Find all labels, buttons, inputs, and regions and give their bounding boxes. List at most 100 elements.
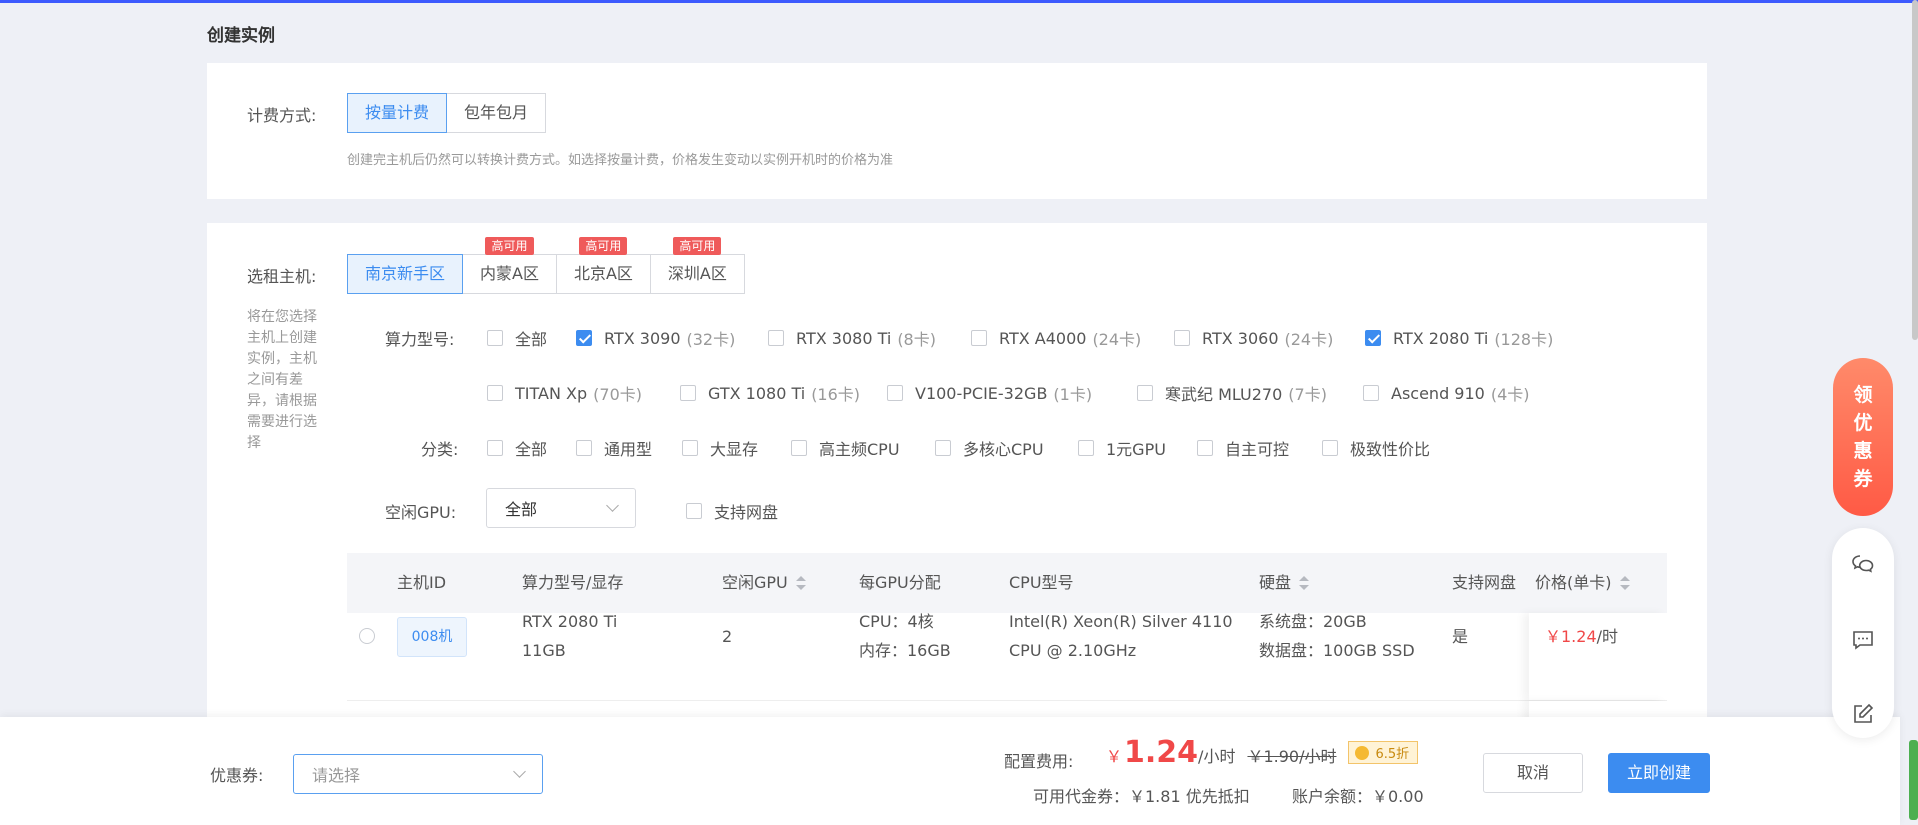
checkbox[interactable] xyxy=(487,330,503,346)
checkbox-checked[interactable] xyxy=(576,330,592,346)
category-option[interactable]: 多核心CPU xyxy=(935,436,1044,460)
checkbox[interactable] xyxy=(971,330,987,346)
gpu-option[interactable]: RTX 2080 Ti (128卡) xyxy=(1365,326,1553,350)
coupon-char: 领 xyxy=(1853,384,1873,406)
gpu-option[interactable]: RTX 3090 (32卡) xyxy=(576,326,735,350)
sort-icon[interactable] xyxy=(1299,576,1310,590)
gpu-option[interactable]: RTX 3060 (24卡) xyxy=(1174,326,1333,350)
checkbox-checked[interactable] xyxy=(1365,330,1381,346)
region-tab-beijing[interactable]: 北京A区 高可用 xyxy=(555,237,651,294)
gpu-name: 寒武纪 MLU270 xyxy=(1165,385,1283,404)
checkbox[interactable] xyxy=(686,503,702,519)
price-value: ￥1.24 xyxy=(1545,627,1597,646)
billing-option-monthly[interactable]: 包年包月 xyxy=(446,93,547,133)
region-tab-shenzhen[interactable]: 深圳A区 高可用 xyxy=(649,237,745,294)
region-tabs: 南京新手区 内蒙A区 高可用 北京A区 高可用 深圳A区 高可用 xyxy=(347,237,745,294)
category-option[interactable]: 全部 xyxy=(487,436,547,460)
checkbox[interactable] xyxy=(887,385,903,401)
gpu-option[interactable]: RTX 3080 Ti (8卡) xyxy=(768,326,936,350)
gpu-option[interactable]: GTX 1080 Ti (16卡) xyxy=(680,381,860,405)
create-button[interactable]: 立即创建 xyxy=(1608,753,1710,793)
checkbox[interactable] xyxy=(680,385,696,401)
coupon-float-button[interactable]: 领 优 惠 券 xyxy=(1833,358,1893,516)
gpu-count: (128卡) xyxy=(1494,330,1554,349)
table-row[interactable]: 008机 RTX 2080 Ti 11GB 2 CPU：4核 内存：16GB I… xyxy=(347,612,1667,701)
cell-model: RTX 2080 Ti xyxy=(522,612,618,631)
host-card: 选租主机: 将在您选择主机上创建实例，主机之间有差异，请根据需要进行选择 南京新… xyxy=(207,223,1707,743)
gpu-count: (70卡) xyxy=(593,385,642,404)
fee-unit: /小时 xyxy=(1198,747,1236,766)
availability-badge: 高可用 xyxy=(485,237,534,255)
row-radio[interactable] xyxy=(359,628,375,644)
region-name: 内蒙A区 xyxy=(480,264,539,283)
message-icon[interactable] xyxy=(1851,628,1875,652)
checkbox[interactable] xyxy=(935,440,951,456)
checkbox[interactable] xyxy=(768,330,784,346)
idle-gpu-value: 全部 xyxy=(505,500,538,519)
checkbox[interactable] xyxy=(791,440,807,456)
category-option[interactable]: 极致性价比 xyxy=(1322,436,1430,460)
original-price: ￥1.90/小时 xyxy=(1247,747,1337,766)
gpu-count: (24卡) xyxy=(1092,330,1142,349)
coupon-char: 惠 xyxy=(1853,440,1873,462)
gpu-name: TITAN Xp xyxy=(515,383,588,403)
category-name: 1元GPU xyxy=(1106,440,1166,459)
availability-badge: 高可用 xyxy=(579,237,628,255)
checkbox[interactable] xyxy=(576,440,592,456)
category-option[interactable]: 1元GPU xyxy=(1078,436,1166,460)
checkbox[interactable] xyxy=(487,385,503,401)
region-name: 深圳A区 xyxy=(667,264,727,283)
gpu-option[interactable]: Ascend 910 (4卡) xyxy=(1363,381,1530,405)
category-option[interactable]: 自主可控 xyxy=(1197,436,1289,460)
billing-option-pay-as-you-go[interactable]: 按量计费 xyxy=(347,93,448,133)
status-indicator xyxy=(1909,740,1918,820)
gpu-option[interactable]: 寒武纪 MLU270 (7卡) xyxy=(1137,381,1327,405)
sort-icon[interactable] xyxy=(1619,576,1630,590)
gpu-option[interactable]: RTX A4000 (24卡) xyxy=(971,326,1141,350)
float-toolbar xyxy=(1832,528,1894,738)
coin-icon xyxy=(1355,745,1370,760)
col-price[interactable]: 价格(单卡) xyxy=(1535,553,1630,613)
gpu-option[interactable]: 全部 xyxy=(487,326,547,350)
availability-badge: 高可用 xyxy=(673,237,722,255)
category-option[interactable]: 通用型 xyxy=(576,436,652,460)
sort-icon[interactable] xyxy=(795,576,806,590)
category-option[interactable]: 大显存 xyxy=(682,436,758,460)
checkbox[interactable] xyxy=(1078,440,1094,456)
host-label: 选租主机: xyxy=(247,267,317,286)
idle-gpu-select[interactable]: 全部 xyxy=(486,488,636,528)
voucher-info: 可用代金券：￥1.81 优先抵扣 xyxy=(1033,787,1250,806)
coupon-select[interactable]: 请选择 xyxy=(293,754,543,794)
gpu-count: (8卡) xyxy=(897,330,936,349)
checkbox[interactable] xyxy=(1174,330,1190,346)
category-option[interactable]: 高主频CPU xyxy=(791,436,900,460)
col-host-id: 主机ID xyxy=(397,573,447,592)
col-idle-gpu[interactable]: 空闲GPU xyxy=(722,553,806,613)
checkbox[interactable] xyxy=(1322,440,1338,456)
netdisk-filter[interactable]: 支持网盘 xyxy=(686,499,778,523)
wechat-icon[interactable] xyxy=(1851,552,1875,576)
coupon-char: 优 xyxy=(1853,412,1873,434)
order-footer: 优惠券: 请选择 配置费用: ￥ 1.24 /小时 ￥1.90/小时 6.5折 … xyxy=(0,717,1900,825)
cell-vram: 11GB xyxy=(522,641,566,660)
cancel-button[interactable]: 取消 xyxy=(1483,753,1583,793)
checkbox[interactable] xyxy=(682,440,698,456)
region-tab-nanjing[interactable]: 南京新手区 xyxy=(347,254,464,294)
billing-hint: 创建完主机后仍然可以转换计费方式。如选择按量计费，价格发生变动以实例开机时的价格… xyxy=(347,153,894,168)
category-name: 高主频CPU xyxy=(819,440,900,459)
cell-netdisk: 是 xyxy=(1452,627,1469,646)
region-tab-neimeng[interactable]: 内蒙A区 高可用 xyxy=(462,237,557,294)
price-unit: /时 xyxy=(1596,627,1619,646)
edit-icon[interactable] xyxy=(1851,702,1875,726)
gpu-option[interactable]: V100-PCIE-32GB (1卡) xyxy=(887,381,1092,405)
checkbox[interactable] xyxy=(1197,440,1213,456)
checkbox[interactable] xyxy=(1137,385,1153,401)
category-name: 通用型 xyxy=(604,440,653,459)
coupon-label: 优惠券: xyxy=(210,766,264,785)
page-scrollbar[interactable] xyxy=(1912,0,1918,340)
category-name: 大显存 xyxy=(710,440,759,459)
col-disk[interactable]: 硬盘 xyxy=(1259,553,1310,613)
checkbox[interactable] xyxy=(487,440,503,456)
gpu-option[interactable]: TITAN Xp (70卡) xyxy=(487,381,642,405)
checkbox[interactable] xyxy=(1363,385,1379,401)
